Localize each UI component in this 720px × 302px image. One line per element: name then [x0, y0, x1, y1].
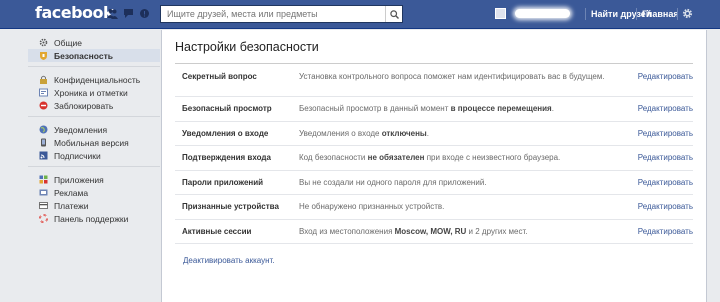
settings-row-app-passwords[interactable]: Пароли приложений Вы не создали ни одног… [175, 171, 693, 195]
sidebar-item-label: Заблокировать [54, 100, 114, 111]
sidebar-item-ads[interactable]: Реклама [28, 186, 160, 199]
row-label: Уведомления о входе [182, 128, 269, 138]
sidebar-group-privacy: Конфиденциальность Хроника и отметки Заб… [28, 67, 160, 117]
avatar[interactable] [495, 8, 506, 19]
sidebar-item-label: Безопасность [54, 50, 113, 61]
sidebar-item-payments[interactable]: Платежи [28, 199, 160, 212]
edit-link[interactable]: Редактировать [638, 72, 693, 81]
sidebar-item-security[interactable]: Безопасность [28, 49, 160, 62]
sidebar-item-notifications[interactable]: Уведомления [28, 123, 160, 136]
row-label: Пароли приложений [182, 177, 264, 187]
row-label: Секретный вопрос [182, 72, 257, 81]
row-description: Не обнаружено признанных устройств. [299, 202, 445, 211]
edit-link[interactable]: Редактировать [638, 202, 693, 211]
edit-link[interactable]: Редактировать [638, 129, 693, 138]
sidebar-group-apps: Приложения Реклама Платежи Панель поддер… [28, 167, 160, 229]
settings-row-login-approvals[interactable]: Подтверждения входа Код безопасности не … [175, 146, 693, 171]
sidebar-item-label: Реклама [54, 187, 89, 198]
rss-icon [39, 151, 48, 160]
row-label: Активные сессии [182, 226, 252, 236]
sidebar-item-label: Платежи [54, 200, 89, 211]
deactivate-account-link[interactable]: Деактивировать аккаунт. [183, 256, 275, 265]
sidebar-item-label: Хроника и отметки [54, 87, 128, 98]
apps-icon [39, 175, 48, 184]
friend-requests-icon[interactable] [107, 8, 118, 19]
divider [175, 63, 693, 64]
row-description: Безопасный просмотр в данный момент в пр… [299, 104, 554, 113]
profile-name-blurred[interactable] [515, 9, 570, 18]
divider [677, 8, 678, 20]
gear-icon[interactable] [682, 8, 693, 19]
ads-icon [39, 189, 48, 196]
sidebar-item-support[interactable]: Панель поддержки [28, 212, 160, 225]
search-button[interactable] [385, 6, 402, 22]
top-bar: facebook Найти друзей Главная [0, 0, 720, 29]
facebook-logo[interactable]: facebook [35, 3, 114, 22]
sidebar-item-blocking[interactable]: Заблокировать [28, 99, 160, 112]
globe-icon [39, 125, 48, 134]
sidebar-item-general[interactable]: Общие [28, 36, 160, 49]
settings-row-login-notifications[interactable]: Уведомления о входе Уведомления о входе … [175, 122, 693, 146]
sidebar-item-label: Панель поддержки [54, 213, 129, 224]
sidebar-item-label: Мобильная версия [54, 137, 129, 148]
row-description: Вход из местоположения Moscow, MOW, RU и… [299, 226, 528, 236]
sidebar-item-label: Приложения [54, 174, 104, 185]
timeline-icon [39, 88, 48, 97]
search-input[interactable] [161, 6, 381, 22]
credit-card-icon [39, 202, 48, 209]
divider [636, 8, 637, 20]
settings-row-recognized-devices[interactable]: Признанные устройства Не обнаружено приз… [175, 195, 693, 220]
block-icon [39, 101, 48, 110]
sidebar-item-label: Общие [54, 37, 82, 48]
sidebar-item-apps[interactable]: Приложения [28, 173, 160, 186]
home-link[interactable]: Главная [642, 9, 679, 19]
settings-row-active-sessions[interactable]: Активные сессии Вход из местоположения M… [175, 220, 693, 244]
row-label: Признанные устройства [182, 202, 279, 211]
sidebar-group-notifications: Уведомления Мобильная версия Подписчики [28, 117, 160, 167]
sidebar-item-followers[interactable]: Подписчики [28, 149, 160, 162]
row-label: Безопасный просмотр [182, 104, 272, 113]
edit-link[interactable]: Редактировать [638, 178, 693, 187]
settings-row-secure-browsing[interactable]: Безопасный просмотр Безопасный просмотр … [175, 97, 693, 122]
row-description: Установка контрольного вопроса поможет н… [299, 72, 605, 81]
row-label: Подтверждения входа [182, 153, 271, 162]
row-description: Вы не создали ни одного пароля для прило… [299, 177, 487, 187]
divider [585, 8, 586, 20]
settings-row-security-question[interactable]: Секретный вопрос Установка контрольного … [175, 67, 693, 97]
messages-icon[interactable] [123, 8, 134, 19]
search-icon [389, 9, 399, 19]
lifebuoy-icon [39, 214, 48, 223]
settings-sidebar: Общие Безопасность Конфиденциальность Хр… [28, 30, 160, 229]
security-settings-panel: Настройки безопасности Секретный вопрос … [161, 30, 707, 302]
sidebar-item-mobile[interactable]: Мобильная версия [28, 136, 160, 149]
sidebar-item-label: Подписчики [54, 150, 101, 161]
notifications-icon[interactable] [139, 8, 150, 19]
search-box [160, 5, 403, 23]
edit-link[interactable]: Редактировать [638, 153, 693, 162]
row-description: Код безопасности не обязателен при входе… [299, 153, 561, 162]
settings-list: Секретный вопрос Установка контрольного … [175, 67, 693, 244]
sidebar-item-label: Уведомления [54, 124, 108, 135]
jewel-icons [107, 8, 150, 19]
shield-icon [40, 52, 47, 60]
sidebar-item-privacy[interactable]: Конфиденциальность [28, 73, 160, 86]
sidebar-group-account: Общие Безопасность [28, 30, 160, 67]
lock-icon [40, 75, 47, 84]
mobile-phone-icon [41, 138, 46, 147]
edit-link[interactable]: Редактировать [638, 227, 693, 236]
sidebar-item-timeline[interactable]: Хроника и отметки [28, 86, 160, 99]
page-title: Настройки безопасности [175, 40, 319, 54]
edit-link[interactable]: Редактировать [638, 104, 693, 113]
row-description: Уведомления о входе отключены. [299, 128, 429, 138]
gear-icon [39, 38, 48, 47]
sidebar-item-label: Конфиденциальность [54, 74, 141, 85]
